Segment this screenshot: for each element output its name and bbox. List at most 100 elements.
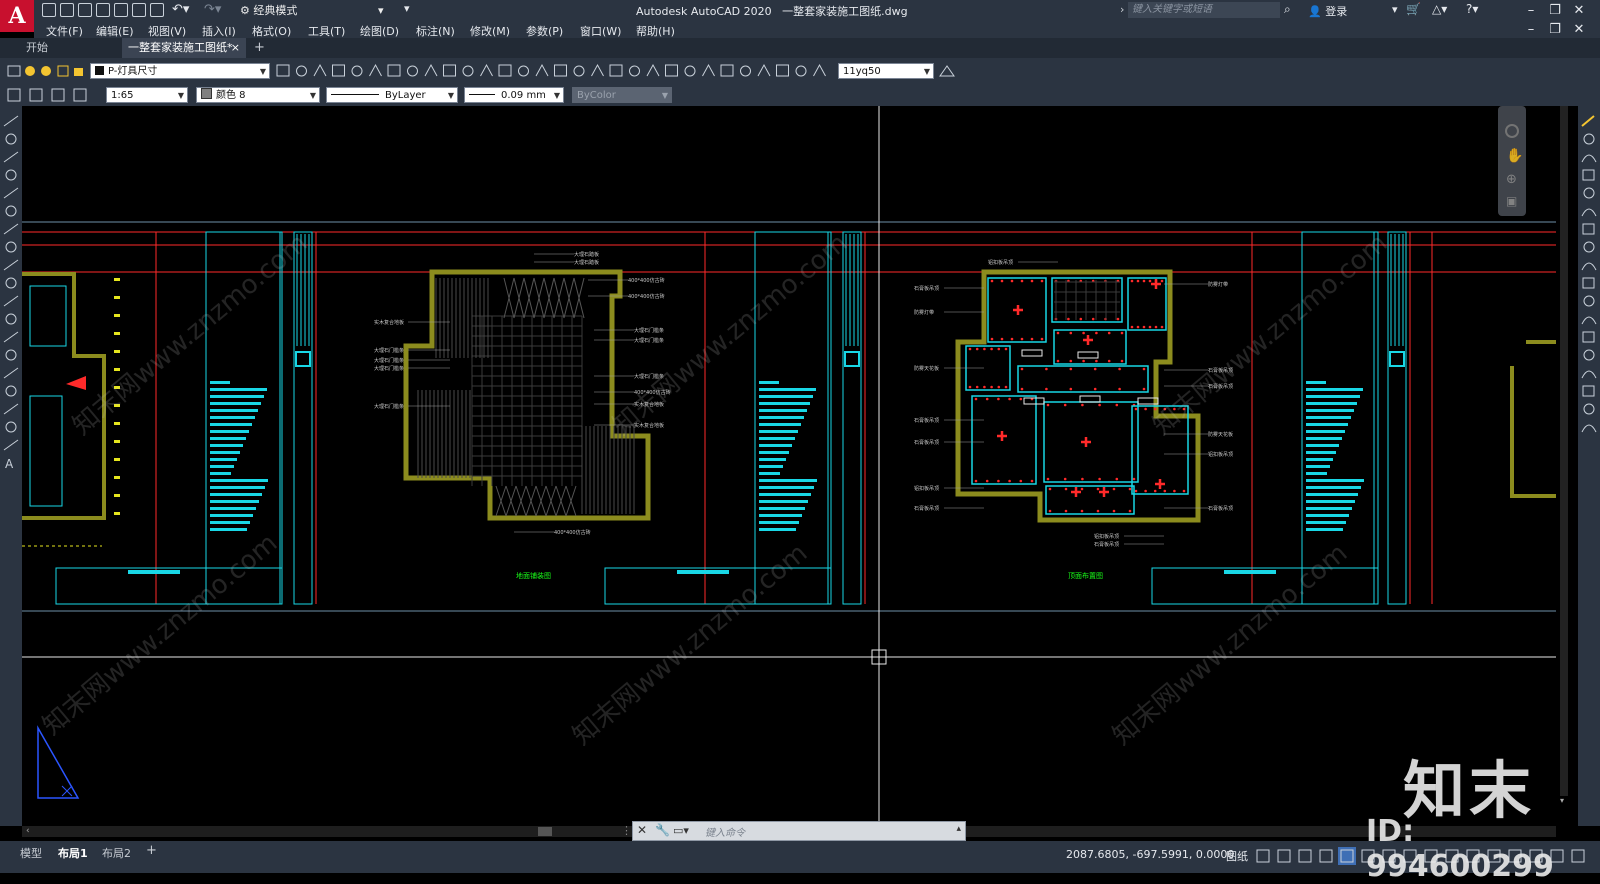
scroll-down-icon[interactable]: ▾ bbox=[1560, 796, 1570, 805]
binoculars-icon[interactable]: ⌕ bbox=[1284, 2, 1291, 17]
layout-tab-layout1[interactable]: 布局1 bbox=[58, 845, 88, 861]
modify-tool-icon[interactable] bbox=[1583, 241, 1595, 253]
toolbar-tool-icon[interactable] bbox=[369, 63, 382, 77]
modify-toolbar[interactable] bbox=[1578, 106, 1600, 826]
close-command-icon[interactable]: ✕ bbox=[637, 823, 647, 837]
draw-tool-icon[interactable] bbox=[5, 169, 17, 181]
tab-start[interactable]: 开始 bbox=[0, 38, 120, 58]
toolbar-tool-icon[interactable] bbox=[665, 64, 678, 77]
navigation-bar[interactable]: ✋ ⊕ ▣ bbox=[1498, 106, 1526, 216]
command-line[interactable]: ⋮ ✕ 🔧 ▭▾ 键入命令 ▴ bbox=[621, 821, 966, 841]
modify-tool-icon[interactable] bbox=[1583, 295, 1595, 307]
autocad-logo-icon[interactable]: A bbox=[0, 0, 34, 32]
toolbar-tool-icon[interactable] bbox=[554, 64, 567, 77]
customize-qat-icon[interactable]: ▾ bbox=[404, 2, 410, 15]
toolbar-tool-icon[interactable] bbox=[407, 65, 418, 77]
dimstyle-manager-icon[interactable] bbox=[938, 62, 956, 80]
toolbar-tool-icon[interactable] bbox=[813, 63, 826, 77]
toolbar-tool-icon[interactable] bbox=[480, 63, 493, 77]
status-toggle-icon[interactable] bbox=[1277, 849, 1291, 863]
draw-modify-toolbar-icons[interactable] bbox=[274, 62, 834, 80]
login-button[interactable]: 👤 登录 bbox=[1308, 3, 1347, 19]
layout-tab-layout2[interactable]: 布局2 bbox=[102, 845, 131, 861]
toolbar-tool-icon[interactable] bbox=[443, 64, 456, 77]
draw-tool-icon[interactable] bbox=[3, 187, 19, 199]
draw-tool-icon[interactable] bbox=[5, 277, 17, 289]
showmotion-icon[interactable]: ▣ bbox=[1506, 194, 1517, 208]
modify-tool-icon[interactable] bbox=[1581, 115, 1595, 127]
draw-tool-icon[interactable] bbox=[3, 151, 19, 163]
command-history-icon[interactable]: ▴ bbox=[956, 824, 961, 834]
draw-tool-icon[interactable] bbox=[5, 349, 17, 361]
draw-tool-icon[interactable] bbox=[3, 403, 19, 415]
viewport-tools-icons[interactable] bbox=[6, 86, 102, 104]
doc-close-icon[interactable]: ✕ bbox=[1568, 21, 1590, 38]
modify-tool-icon[interactable] bbox=[1583, 187, 1595, 199]
toolbar-tool-icon[interactable] bbox=[702, 63, 715, 77]
layer-tools-icons[interactable] bbox=[6, 63, 86, 79]
draw-toolbar[interactable]: A bbox=[0, 106, 22, 826]
linetype-dropdown[interactable]: ByLayer ▼ bbox=[326, 87, 458, 103]
dimstyle-dropdown[interactable]: 11yq50 ▼ bbox=[838, 63, 934, 79]
save-icon[interactable] bbox=[78, 3, 92, 17]
close-tab-icon[interactable]: × bbox=[231, 38, 240, 58]
save-web-icon[interactable] bbox=[132, 3, 146, 17]
menu-view[interactable]: 视图(V) bbox=[148, 23, 186, 39]
new-tab-button[interactable]: + bbox=[254, 40, 265, 55]
toolbar-tool-icon[interactable] bbox=[776, 64, 789, 77]
toolbar-tool-icon[interactable] bbox=[535, 63, 549, 77]
modify-tool-icon[interactable] bbox=[1583, 349, 1595, 361]
plot-icon[interactable] bbox=[150, 3, 164, 17]
paper-space-toggle[interactable]: 图纸 bbox=[1226, 848, 1248, 864]
draw-tool-icon[interactable] bbox=[3, 115, 19, 127]
command-input[interactable]: 键入命令 bbox=[705, 824, 745, 839]
doc-restore-icon[interactable]: ❐ bbox=[1544, 21, 1566, 38]
modify-tool-icon[interactable] bbox=[1582, 223, 1595, 235]
menu-draw[interactable]: 绘图(D) bbox=[360, 23, 399, 39]
modify-tool-icon[interactable] bbox=[1581, 208, 1597, 217]
undo-icon[interactable]: ↶▾ bbox=[172, 2, 189, 17]
draw-tool-icon[interactable] bbox=[5, 241, 17, 253]
toolbar-tool-icon[interactable] bbox=[296, 65, 307, 77]
layout-tab-model[interactable]: 模型 bbox=[20, 845, 42, 861]
toolbar-tool-icon[interactable] bbox=[629, 65, 640, 77]
menu-dimension[interactable]: 标注(N) bbox=[416, 23, 455, 39]
save-as-icon[interactable] bbox=[96, 3, 110, 17]
grip-icon[interactable]: ⋮ bbox=[621, 824, 632, 837]
expand-arrow-icon[interactable]: › bbox=[1120, 3, 1124, 16]
menu-window[interactable]: 窗口(W) bbox=[580, 23, 621, 39]
close-icon[interactable]: ✕ bbox=[1568, 2, 1590, 19]
tab-current-drawing[interactable]: 一整套家装施工图纸* × bbox=[122, 38, 246, 58]
toolbar-tool-icon[interactable] bbox=[684, 65, 696, 77]
menu-insert[interactable]: 插入(I) bbox=[202, 23, 236, 39]
draw-tool-icon[interactable] bbox=[3, 367, 19, 379]
viewport-scale-dropdown[interactable]: 1:65 ▼ bbox=[106, 87, 188, 103]
modify-tool-icon[interactable] bbox=[1582, 277, 1595, 289]
menu-format[interactable]: 格式(O) bbox=[252, 23, 291, 39]
draw-tool-icon[interactable] bbox=[3, 295, 19, 307]
toolbar-tool-icon[interactable] bbox=[720, 64, 734, 77]
vertical-scroll-track[interactable] bbox=[1560, 106, 1568, 796]
horizontal-scroll-thumb[interactable] bbox=[538, 827, 552, 836]
draw-tool-icon[interactable] bbox=[3, 331, 19, 343]
add-layout-button[interactable]: + bbox=[146, 843, 157, 858]
menu-tools[interactable]: 工具(T) bbox=[308, 23, 345, 39]
menu-edit[interactable]: 编辑(E) bbox=[96, 23, 134, 39]
vertical-scrollbar[interactable]: ▾ bbox=[1556, 106, 1578, 822]
draw-tool-icon[interactable] bbox=[5, 133, 17, 145]
menu-file[interactable]: 文件(F) bbox=[46, 23, 83, 39]
toolbar-tool-icon[interactable] bbox=[591, 63, 604, 77]
toolbar-tool-icon[interactable] bbox=[332, 64, 345, 77]
coordinates-readout[interactable]: 2087.6805, -697.5991, 0.0000 bbox=[1066, 848, 1234, 861]
menu-help[interactable]: 帮助(H) bbox=[636, 23, 675, 39]
chevron-down-icon[interactable]: ▾ bbox=[1392, 3, 1398, 16]
menu-parametric[interactable]: 参数(P) bbox=[526, 23, 563, 39]
status-toggle-icon[interactable] bbox=[1298, 849, 1312, 863]
modify-tool-icon[interactable] bbox=[1582, 331, 1595, 343]
toolbar-tool-icon[interactable] bbox=[518, 65, 529, 77]
modify-tool-icon[interactable] bbox=[1583, 133, 1595, 145]
modify-tool-icon[interactable] bbox=[1581, 262, 1597, 271]
draw-tool-icon[interactable] bbox=[3, 223, 19, 235]
zoom-extents-icon[interactable]: ⊕ bbox=[1506, 172, 1517, 187]
draw-tool-icon[interactable] bbox=[5, 385, 17, 397]
